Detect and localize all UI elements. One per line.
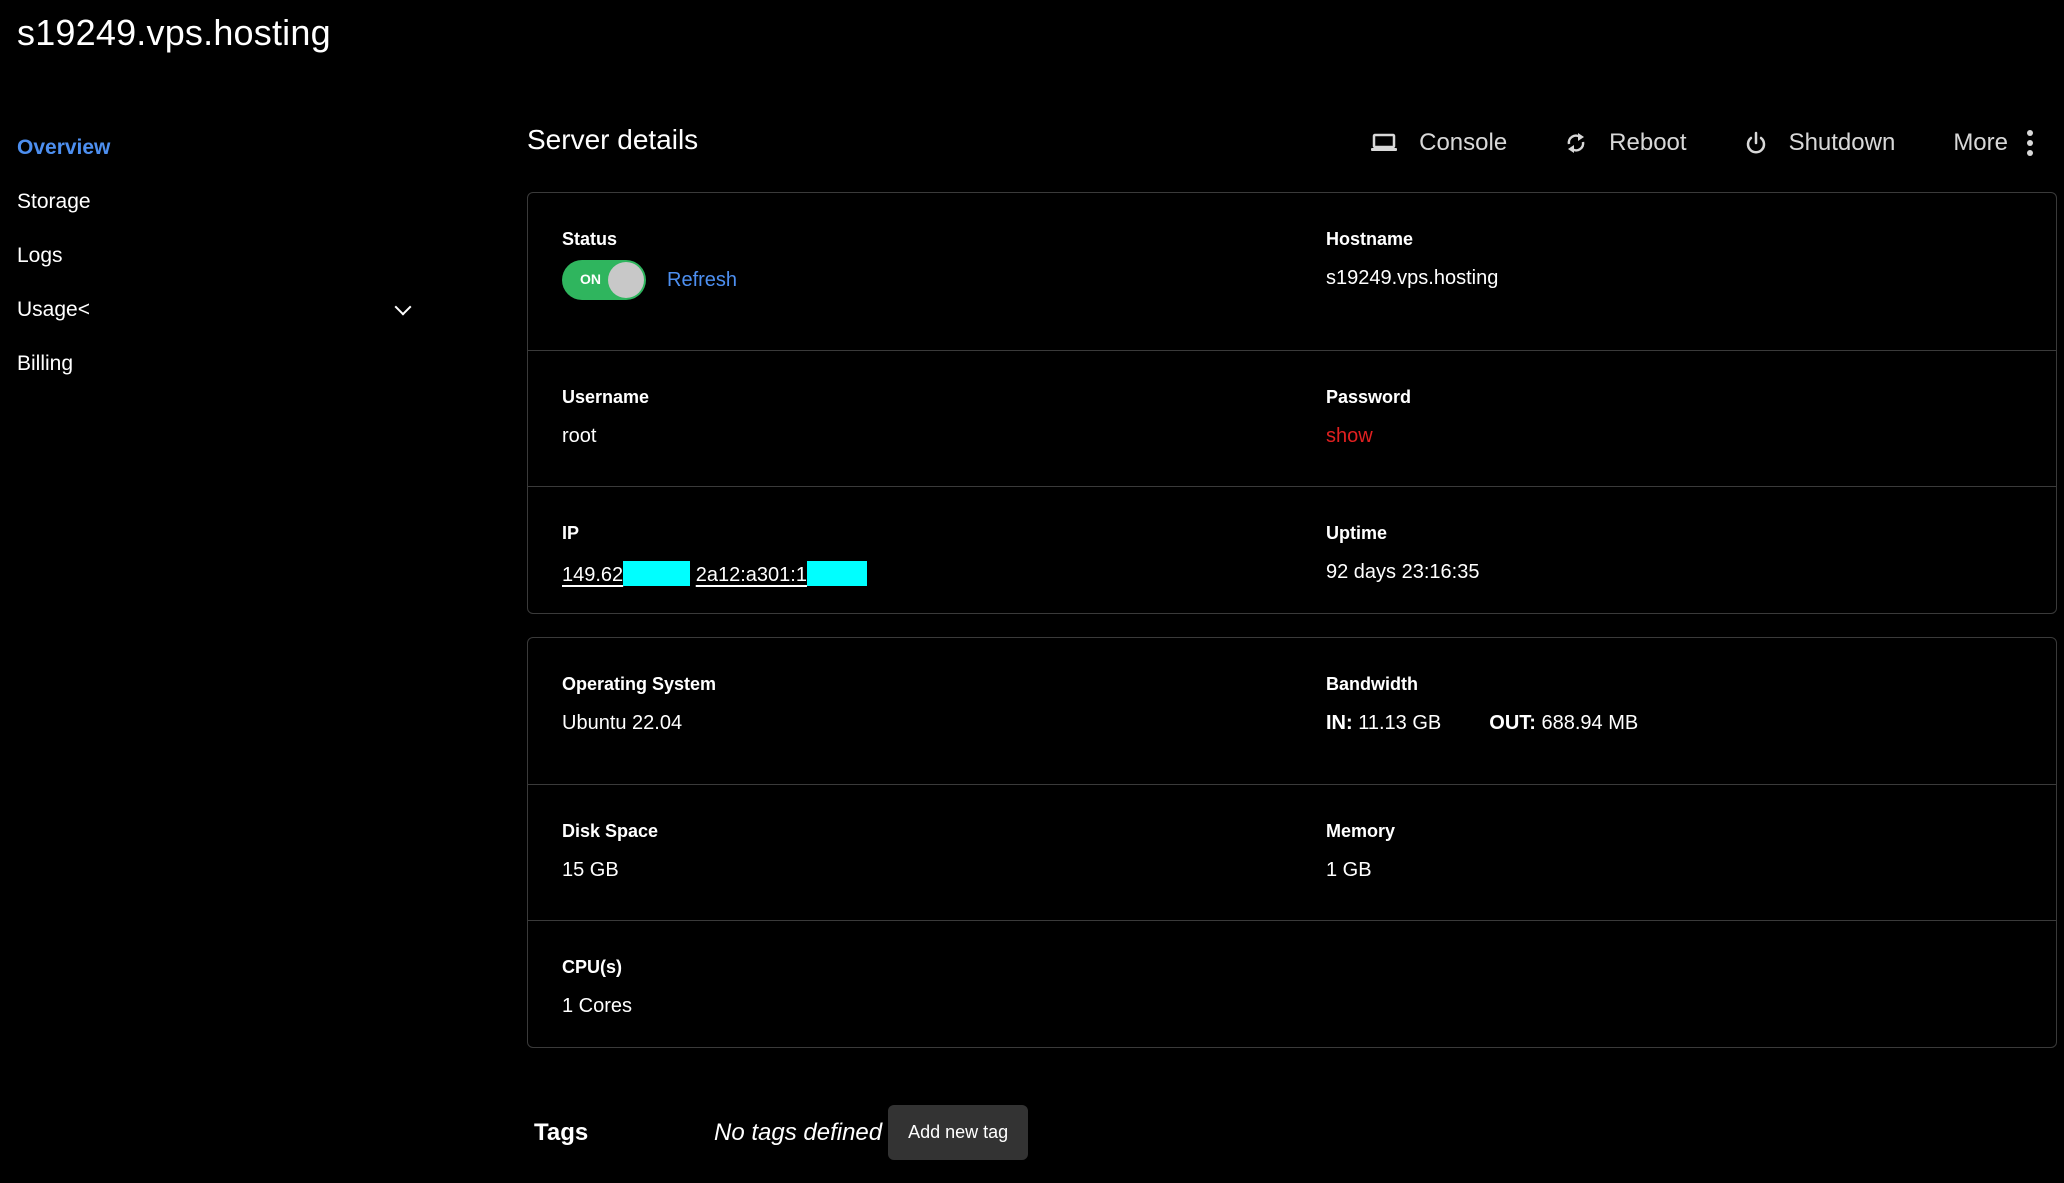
more-label: More: [1953, 129, 2008, 156]
ip-cell: IP 149.62 2a12:a301:1: [528, 487, 1292, 613]
shutdown-button[interactable]: Shutdown: [1745, 129, 1896, 157]
sidebar-item-label: Overview: [17, 136, 111, 159]
sidebar-item-label: Storage: [17, 190, 91, 213]
os-label: Operating System: [562, 674, 717, 694]
redaction-box: [623, 561, 691, 586]
password-cell: Password show: [1292, 351, 2056, 486]
empty-cell: [1292, 921, 2056, 1047]
bandwidth-in-value: 11.13 GB: [1358, 712, 1442, 734]
password-label: Password: [1326, 387, 1412, 407]
uptime-cell: Uptime 92 days 23:16:35: [1292, 487, 2056, 613]
memory-label: Memory: [1326, 821, 1396, 841]
bandwidth-value: IN: 11.13 GB OUT: 688.94 MB: [1326, 712, 2056, 735]
console-button[interactable]: Console: [1371, 129, 1507, 157]
os-cell: Operating System Ubuntu 22.04: [528, 638, 1292, 784]
password-value: show: [1326, 425, 2056, 448]
cpu-label: CPU(s): [562, 957, 623, 977]
cpu-value: 1 Cores: [562, 995, 633, 1017]
laptop-icon: [1371, 133, 1398, 153]
vertical-dots-icon: [2026, 130, 2034, 156]
more-button[interactable]: More: [1953, 129, 2034, 157]
memory-value: 1 GB: [1326, 859, 1372, 881]
server-toolbar: Console Reboot Shutdown More: [1313, 123, 2034, 163]
refresh-icon: [1565, 131, 1587, 155]
sidebar: Overview Storage Logs Usage< Billing: [17, 121, 417, 391]
shutdown-label: Shutdown: [1788, 129, 1896, 156]
hostname-cell: Hostname s19249.vps.hosting: [1292, 193, 2056, 350]
refresh-link[interactable]: Refresh: [667, 269, 737, 292]
show-password-link[interactable]: show: [1326, 425, 1373, 447]
bandwidth-out-key: OUT:: [1489, 712, 1536, 734]
bandwidth-label: Bandwidth: [1326, 674, 1418, 694]
os-value: Ubuntu 22.04: [562, 712, 683, 734]
section-title: Server details: [527, 124, 699, 155]
sidebar-item-storage[interactable]: Storage: [17, 175, 417, 229]
details-row: Status ON Refresh Hostname s19249.vps.ho…: [528, 193, 2056, 351]
reboot-button[interactable]: Reboot: [1565, 129, 1687, 157]
server-specs-card: Operating System Ubuntu 22.04 Bandwidth …: [527, 637, 2057, 1048]
bandwidth-cell: Bandwidth IN: 11.13 GB OUT: 688.94 MB: [1292, 638, 2056, 784]
disk-label: Disk Space: [562, 821, 659, 841]
no-tags-text: No tags defined: [714, 1118, 883, 1146]
hostname-label: Hostname: [1326, 229, 1414, 249]
page-title: s19249.vps.hosting: [17, 12, 331, 53]
server-details-card: Status ON Refresh Hostname s19249.vps.ho…: [527, 192, 2057, 614]
ipv4-address[interactable]: 149.62: [562, 561, 691, 586]
status-cell: Status ON Refresh: [528, 193, 1292, 350]
status-line: ON Refresh: [562, 260, 1292, 300]
username-value: root: [562, 425, 597, 447]
disk-cell: Disk Space 15 GB: [528, 785, 1292, 920]
username-cell: Username root: [528, 351, 1292, 486]
chevron-down-icon: [394, 298, 412, 316]
sidebar-item-usage[interactable]: Usage<: [17, 283, 417, 337]
sidebar-item-label: Logs: [17, 244, 63, 267]
add-tag-button[interactable]: Add new tag: [888, 1105, 1029, 1160]
power-toggle[interactable]: ON: [562, 260, 646, 300]
specs-row: CPU(s) 1 Cores: [528, 921, 2056, 1047]
ipv6-address[interactable]: 2a12:a301:1: [695, 561, 867, 586]
ipv4-prefix: 149.62: [562, 564, 624, 586]
bandwidth-in-key: IN:: [1326, 712, 1353, 734]
username-label: Username: [562, 387, 650, 407]
bandwidth-out-value: 688.94 MB: [1541, 712, 1639, 734]
sidebar-item-logs[interactable]: Logs: [17, 229, 417, 283]
specs-row: Operating System Ubuntu 22.04 Bandwidth …: [528, 638, 2056, 785]
status-label: Status: [562, 229, 618, 249]
ip-value: 149.62 2a12:a301:1: [562, 561, 1292, 587]
uptime-value: 92 days 23:16:35: [1326, 561, 1480, 583]
uptime-label: Uptime: [1326, 523, 1388, 543]
specs-row: Disk Space 15 GB Memory 1 GB: [528, 785, 2056, 921]
memory-cell: Memory 1 GB: [1292, 785, 2056, 920]
hostname-value: s19249.vps.hosting: [1326, 267, 1499, 289]
console-label: Console: [1419, 129, 1508, 156]
disk-value: 15 GB: [562, 859, 619, 881]
toggle-knob: [608, 262, 644, 298]
sidebar-item-billing[interactable]: Billing: [17, 337, 417, 391]
tags-section: Tags No tags defined Add new tag: [534, 1105, 1029, 1160]
details-row: Username root Password show: [528, 351, 2056, 487]
reboot-label: Reboot: [1609, 129, 1687, 156]
toggle-label: ON: [580, 271, 601, 287]
sidebar-item-overview[interactable]: Overview: [17, 121, 417, 175]
tags-label: Tags: [534, 1118, 589, 1146]
ipv6-prefix: 2a12:a301:1: [695, 564, 807, 586]
sidebar-item-label: Usage<: [17, 298, 90, 321]
power-icon: [1745, 131, 1767, 155]
ip-label: IP: [562, 523, 580, 543]
cpu-cell: CPU(s) 1 Cores: [528, 921, 1292, 1047]
redaction-box: [806, 561, 867, 586]
sidebar-item-label: Billing: [17, 352, 74, 375]
details-row: IP 149.62 2a12:a301:1 Uptime 92 days 23:…: [528, 487, 2056, 613]
